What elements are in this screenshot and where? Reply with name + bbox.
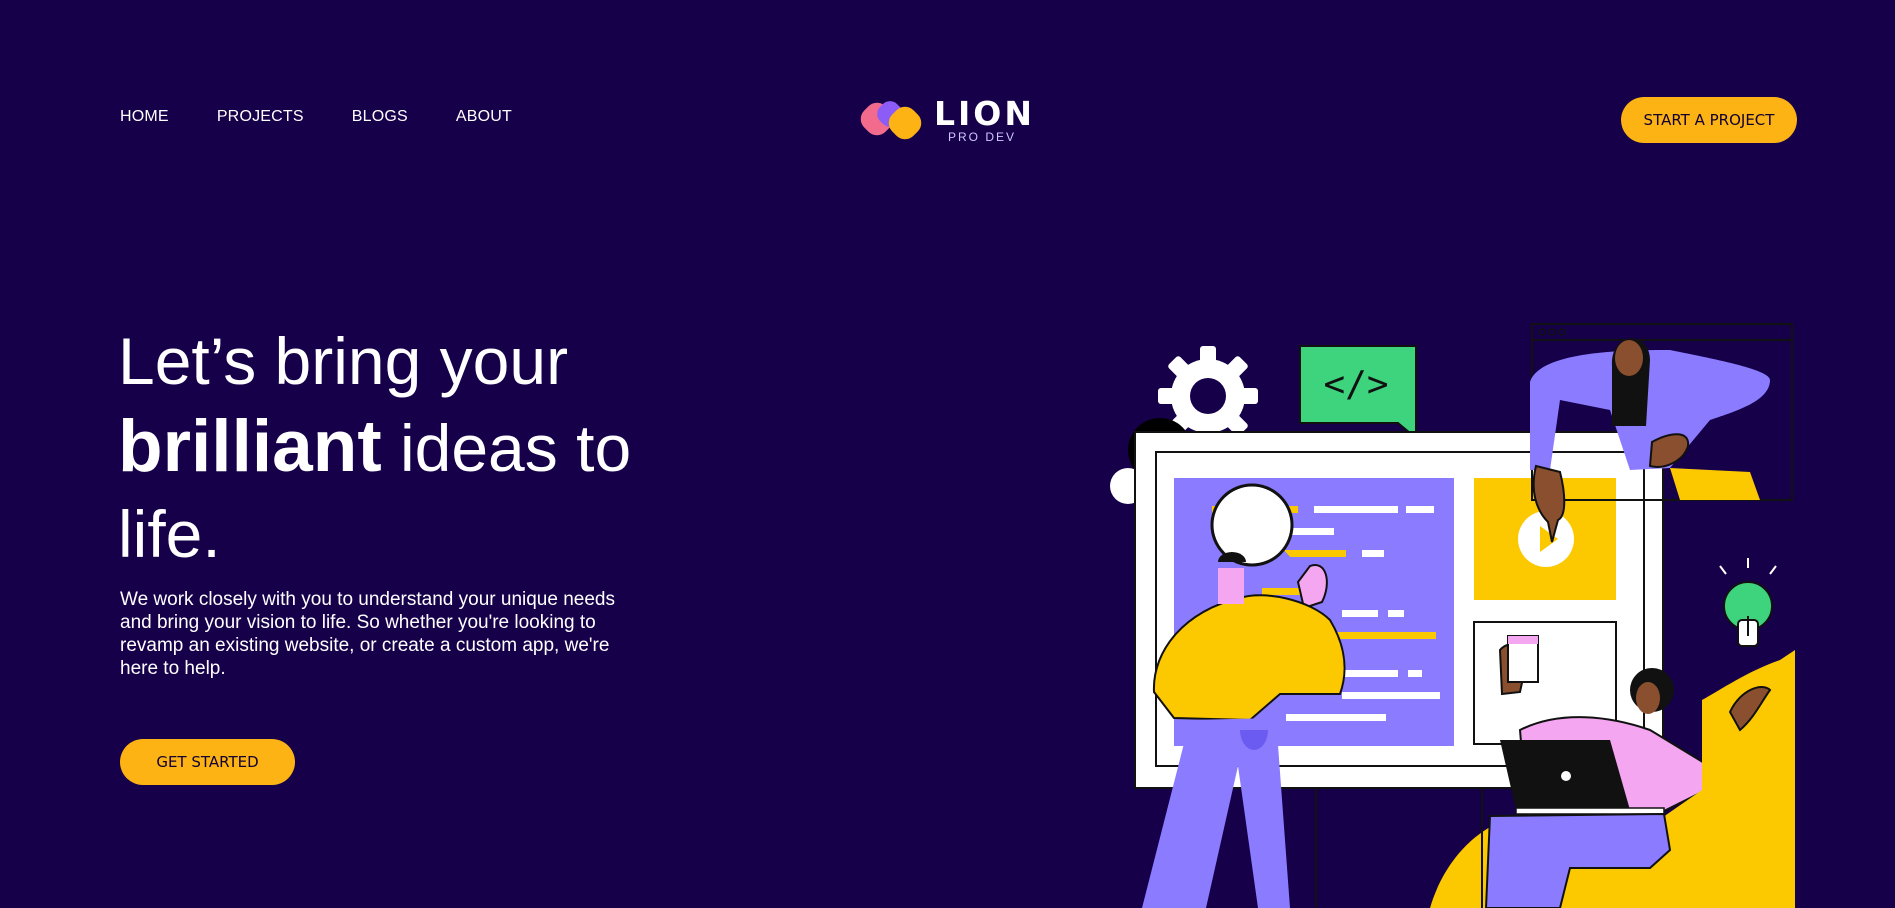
hero-illustration: </> [1110, 323, 1795, 908]
get-started-button[interactable]: GET STARTED [120, 739, 295, 785]
logo-name: LION [934, 94, 1035, 133]
laptop-icon [1515, 807, 1665, 815]
code-bubble-icon: </> [1299, 345, 1417, 441]
main-nav: HOME PROJECTS BLOGS ABOUT [120, 108, 512, 126]
site-logo[interactable]: LION PRO DEV [860, 96, 1035, 144]
logo-tagline: PRO DEV [948, 130, 1017, 144]
hero-title-bold: brilliant [118, 406, 382, 487]
code-bubble-text: </> [1323, 364, 1388, 405]
logo-mark-icon [860, 101, 922, 140]
nav-blogs[interactable]: BLOGS [352, 108, 408, 126]
hero-description: We work closely with you to understand y… [120, 589, 615, 679]
hero-title: Let’s bring your brilliant ideas to life. [118, 318, 678, 577]
nav-home[interactable]: HOME [120, 108, 169, 126]
hero-title-part1: Let’s bring your [118, 324, 569, 398]
nav-projects[interactable]: PROJECTS [217, 108, 304, 126]
lightbulb-icon [1719, 558, 1777, 647]
start-project-button[interactable]: START A PROJECT [1621, 97, 1797, 143]
nav-about[interactable]: ABOUT [456, 108, 512, 126]
